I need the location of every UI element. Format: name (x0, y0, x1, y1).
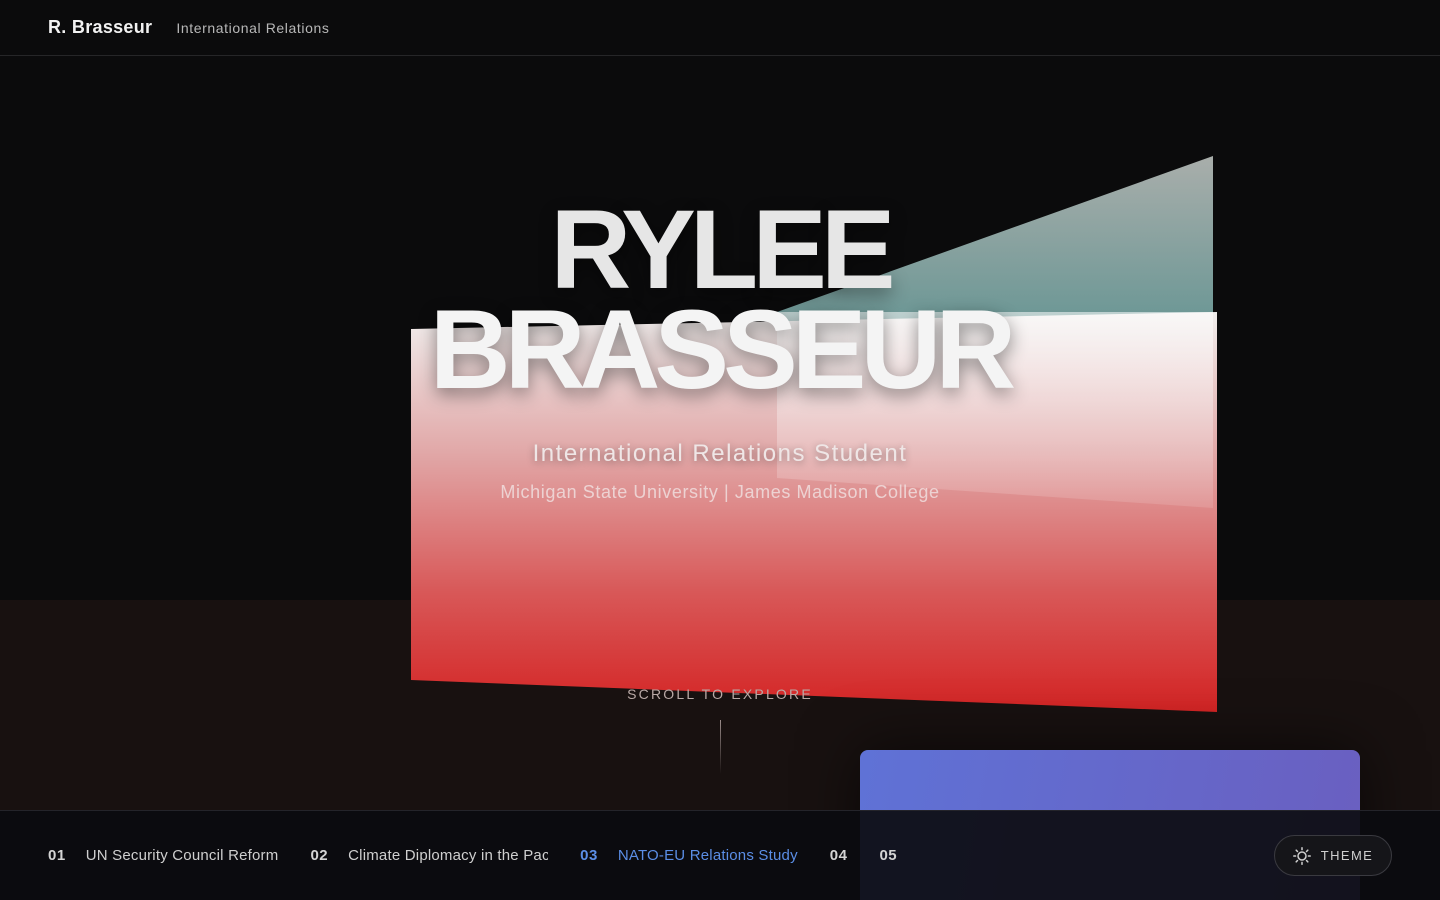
brand-logo[interactable]: R. Brasseur (48, 17, 152, 38)
project-nav-item-02[interactable]: 02 Climate Diplomacy in the Pacific (310, 847, 548, 864)
project-number: 01 (48, 847, 66, 864)
project-title: Climate Diplomacy in the Pacific (348, 847, 549, 864)
theme-toggle-button[interactable]: THEME (1274, 835, 1392, 876)
hero-role: International Relations Student (532, 440, 908, 467)
project-title: UN Security Council Reform (85, 847, 279, 864)
project-number: 05 (879, 847, 898, 864)
project-nav-item-04[interactable]: 04 (830, 847, 848, 864)
theme-button-label: THEME (1320, 848, 1374, 863)
project-nav: 01 UN Security Council Reform 02 Climate… (0, 810, 1440, 900)
sun-icon (1292, 846, 1311, 865)
project-number: 03 (580, 847, 598, 864)
page: R. Brasseur International Relations RYLE… (0, 0, 1440, 900)
project-nav-item-03[interactable]: 03 NATO-EU Relations Study (580, 847, 798, 864)
project-nav-item-01[interactable]: 01 UN Security Council Reform (48, 847, 278, 864)
project-title: NATO-EU Relations Study (617, 847, 798, 864)
brand-subtitle: International Relations (176, 19, 330, 36)
project-nav-item-05[interactable]: 05 (879, 847, 897, 864)
hero-name: RYLEE BRASSEUR (0, 187, 1440, 412)
hero-last-name: BRASSEUR (429, 287, 1017, 412)
scroll-cue-label[interactable]: SCROLL TO EXPLORE (0, 686, 1440, 702)
hero-school: Michigan State University | James Madiso… (500, 482, 940, 502)
project-number: 04 (829, 847, 848, 864)
hero-first-name: RYLEE (550, 187, 895, 312)
site-header: R. Brasseur International Relations (0, 0, 1440, 56)
scroll-cue-line (720, 720, 721, 774)
hero: RYLEE BRASSEUR International Relations S… (0, 187, 1440, 503)
project-number: 02 (310, 847, 329, 864)
